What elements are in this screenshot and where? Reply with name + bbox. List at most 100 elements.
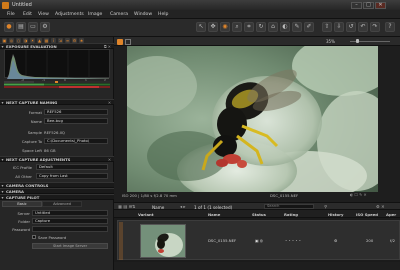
- section-next-capture-naming[interactable]: NEXT CAPTURE NAMING✕: [0, 99, 114, 105]
- loupe-icon[interactable]: ◉: [220, 22, 230, 32]
- tab-basic[interactable]: Basic: [2, 201, 42, 207]
- folder-label: Folder: [18, 219, 30, 224]
- annotate-icon[interactable]: ✐: [304, 22, 314, 32]
- history-icon: ⚙: [334, 238, 338, 243]
- rating-stars[interactable]: • • • • •: [285, 238, 301, 243]
- histogram-ticks: -2 -1 0 1 2: [4, 78, 110, 82]
- icc-profile-select[interactable]: Default: [36, 164, 108, 170]
- search-input[interactable]: Search: [264, 204, 314, 209]
- pan-icon[interactable]: ✥: [208, 22, 218, 32]
- password-field[interactable]: [32, 226, 108, 232]
- keystone-icon[interactable]: ⌂: [268, 22, 278, 32]
- menu-view[interactable]: View: [38, 12, 49, 17]
- thumbnail[interactable]: [140, 224, 186, 258]
- redo-icon[interactable]: ↷: [370, 22, 380, 32]
- single-view-icon[interactable]: [117, 38, 123, 45]
- menu-adjustments[interactable]: Adjustments: [55, 12, 84, 17]
- row-aperture: f/2: [390, 238, 396, 243]
- histogram-graph: [7, 50, 109, 79]
- menu-camera[interactable]: Camera: [110, 12, 128, 17]
- column-rating[interactable]: Rating: [284, 212, 298, 217]
- start-image-server-button[interactable]: Start Image Server: [32, 243, 108, 249]
- space-left-value: 86 GB: [44, 148, 56, 153]
- copy-adjustments-icon[interactable]: ⇧: [322, 22, 332, 32]
- menu-image[interactable]: Image: [88, 12, 102, 17]
- column-name[interactable]: Name: [208, 212, 220, 217]
- menu-help[interactable]: Help: [158, 12, 168, 17]
- browser-options-icon[interactable]: ⚙ ✕: [376, 204, 385, 209]
- name-field[interactable]: Bee-bug: [44, 118, 108, 124]
- table-row[interactable]: DSC_0155.NEF ▣ ◎ • • • • • ⚙ 200 f/2: [117, 220, 400, 260]
- tick-label: -1: [42, 78, 45, 82]
- close-button[interactable]: ✕: [375, 1, 386, 9]
- format-field[interactable]: REF526: [44, 109, 108, 115]
- menu-file[interactable]: File: [7, 12, 15, 17]
- column-status[interactable]: Status: [252, 212, 266, 217]
- pointer-icon[interactable]: ↖: [196, 22, 206, 32]
- exif-info: ISO 200 | 1/80 s f/2.8 70 mm: [122, 193, 177, 198]
- browser-column-header: Variant Name Status Rating History ISO S…: [114, 210, 400, 218]
- tab-advanced[interactable]: Advanced: [42, 201, 82, 207]
- menu-edit[interactable]: Edit: [23, 12, 32, 17]
- multi-view-icon[interactable]: [125, 38, 131, 45]
- toolbar: ● ▤ ▭ ⚙ ↖ ✥ ◉ ⌕ ⌗ ↻ ⌂ ◐ ✎ ✐ ⇧ ⇩ ↺ ↶ ↷ ?: [0, 19, 400, 37]
- column-variant[interactable]: Variant: [138, 212, 154, 217]
- left-tool-panel: ▣ ◎ ○ ◑ ☀ ▲ ▦ i ⇲ ≡ ⚙ ★ EXPOSURE EVALUAT…: [0, 37, 114, 270]
- zoom-slider[interactable]: [350, 39, 390, 43]
- capture-to-field[interactable]: C:\Documents\_Photo\: [44, 138, 108, 144]
- row-selection-marker: [119, 222, 123, 260]
- sample-value: REF526.IIQ: [44, 130, 65, 135]
- browser-toolbar: ▦ ▤ ☰ ⇅ Name ◂ ▸ 1 of 1 (1 selected) Sea…: [114, 202, 400, 210]
- menu-window[interactable]: Window: [134, 12, 152, 17]
- space-left-label: Space Left: [22, 148, 42, 153]
- column-iso-speed[interactable]: ISO Speed: [356, 212, 378, 217]
- sort-select[interactable]: Name: [152, 205, 164, 210]
- filter-icon[interactable]: ⚲: [324, 204, 327, 209]
- column-history[interactable]: History: [328, 212, 344, 217]
- window-title: Untitled: [12, 2, 32, 8]
- folder-select[interactable]: Capture: [32, 218, 108, 224]
- bee-photo: [127, 46, 378, 192]
- server-label: Server: [17, 211, 30, 216]
- main-image[interactable]: [127, 46, 378, 192]
- image-filename: DSC_0155.NEF: [270, 193, 299, 198]
- maximize-button[interactable]: □: [363, 1, 374, 9]
- picker-icon[interactable]: ✎: [292, 22, 302, 32]
- server-field[interactable]: Untitled: [32, 210, 108, 216]
- capture-icon[interactable]: ●: [4, 22, 14, 32]
- section-capture-pilot[interactable]: CAPTURE PILOT: [0, 194, 114, 200]
- reset-icon[interactable]: ↺: [346, 22, 356, 32]
- app-icon: [2, 1, 9, 9]
- thumbnail-image: [141, 225, 185, 257]
- crop-icon[interactable]: ⌗: [244, 22, 254, 32]
- save-password-label: Save Password: [38, 235, 67, 240]
- exposure-meter: [4, 81, 110, 88]
- section-next-capture-adjustments[interactable]: NEXT CAPTURE ADJUSTMENTS✕: [0, 156, 114, 162]
- help-icon[interactable]: ?: [385, 22, 395, 32]
- grid-view-icon[interactable]: ▦ ▤ ☰: [118, 204, 132, 209]
- name-label: Name: [30, 119, 42, 124]
- all-other-select[interactable]: Copy from Last: [36, 173, 108, 179]
- menu-bar: File Edit View Adjustments Image Camera …: [0, 10, 400, 19]
- mask-icon[interactable]: ◐: [280, 22, 290, 32]
- capture-to-label: Capture To: [21, 139, 42, 144]
- histogram: [4, 49, 110, 79]
- nav-arrows[interactable]: ◂ ▸: [180, 204, 186, 209]
- tick-label: 2: [104, 78, 106, 82]
- zoom-icon[interactable]: ⌕: [232, 22, 242, 32]
- minimize-button[interactable]: –: [351, 1, 362, 9]
- apply-adjustments-icon[interactable]: ⇩: [334, 22, 344, 32]
- row-iso: 200: [366, 238, 374, 243]
- status-icons: ▣ ◎: [255, 238, 264, 243]
- rotate-icon[interactable]: ↻: [256, 22, 266, 32]
- print-icon[interactable]: ▭: [28, 22, 38, 32]
- browser-footer: [114, 262, 400, 270]
- folder-icon[interactable]: ▤: [16, 22, 26, 32]
- undo-icon[interactable]: ↶: [358, 22, 368, 32]
- column-aperture[interactable]: Aper: [386, 212, 396, 217]
- sort-icon[interactable]: ⇅: [132, 204, 136, 209]
- save-password-checkbox[interactable]: [32, 235, 36, 239]
- zoom-level[interactable]: 35%: [326, 39, 335, 44]
- process-icon[interactable]: ⚙: [40, 22, 50, 32]
- caption-tools[interactable]: ◐ ☐ ✎ ✕: [350, 192, 367, 197]
